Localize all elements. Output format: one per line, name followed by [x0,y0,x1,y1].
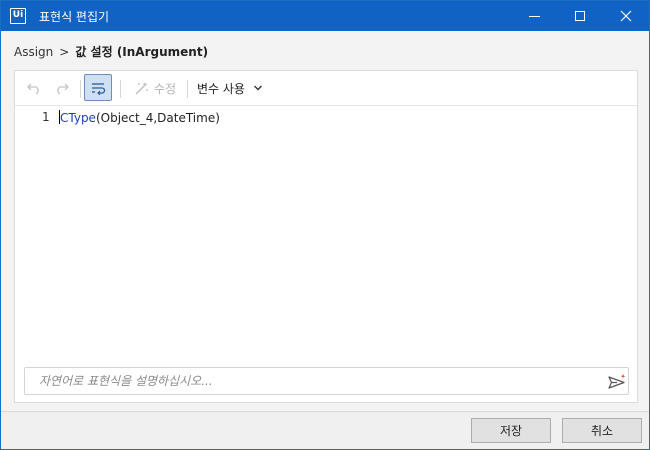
expression-editor-panel: 수정 변수 사용 1 CType(Object_4,DateTime) [14,70,638,403]
natural-language-input[interactable] [39,368,599,394]
word-wrap-toggle[interactable] [84,74,112,101]
line-number: 1 [42,110,50,124]
undo-icon [27,83,39,94]
close-icon [620,10,632,22]
cancel-button[interactable]: 취소 [562,418,642,443]
minimize-button[interactable] [511,1,557,31]
code-keyword: CType [60,111,96,125]
toolbar-divider [187,80,188,98]
word-wrap-icon [92,82,106,95]
breadcrumb: Assign > 값 설정 (InArgument) [14,43,208,60]
dialog-footer: 저장 취소 [1,412,649,449]
generate-send-button[interactable] [607,372,627,392]
use-variables-label: 변수 사용 [197,81,245,96]
title-bar[interactable]: Ui 표현식 편집기 [1,1,649,31]
close-button[interactable] [603,1,649,31]
code-arguments: (Object_4,DateTime) [95,111,220,125]
natural-language-prompt [24,367,629,395]
code-editor[interactable]: 1 CType(Object_4,DateTime) [15,107,637,363]
window-title: 표현식 편집기 [39,10,110,24]
use-variables-dropdown[interactable]: 변수 사용 [197,75,273,101]
breadcrumb-separator: > [59,45,70,59]
sparkle-send-icon [608,374,626,389]
undo-button[interactable] [23,75,45,101]
redo-icon [57,83,69,94]
toolbar-divider [80,80,81,98]
uipath-logo-icon: Ui [10,8,26,24]
breadcrumb-parent[interactable]: Assign [14,45,53,59]
maximize-icon [575,11,585,21]
edit-label: 수정 [153,81,177,96]
redo-button[interactable] [51,75,73,101]
chevron-down-icon [253,85,262,91]
expression-editor-window: Ui 표현식 편집기 Assign > 값 설정 (InArgument) 수정… [0,0,650,450]
maximize-button[interactable] [557,1,603,31]
breadcrumb-current: 값 설정 (InArgument) [75,45,209,59]
toolbar-divider [120,80,121,98]
minimize-icon [528,15,540,17]
editor-toolbar: 수정 변수 사용 [15,71,637,106]
save-button[interactable]: 저장 [471,418,551,443]
edit-button[interactable]: 수정 [127,75,183,101]
magic-wand-icon [135,82,148,95]
code-line[interactable]: CType(Object_4,DateTime) [59,110,220,125]
